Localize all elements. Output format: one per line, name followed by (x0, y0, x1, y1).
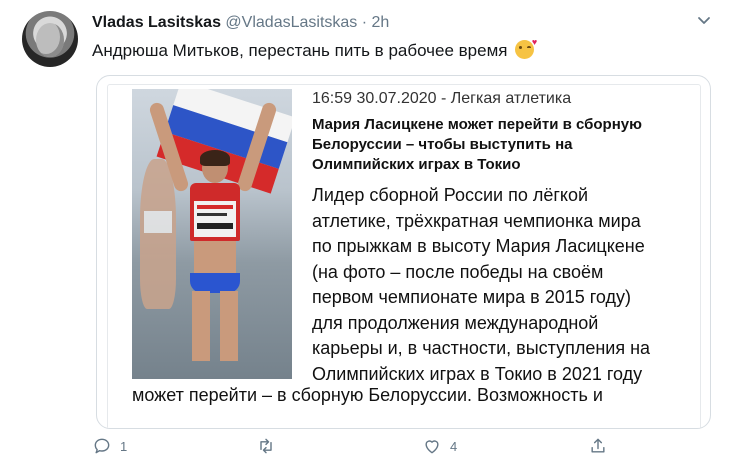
embedded-image-card[interactable]: 16:59 30.07.2020 - Легкая атлетика Мария… (96, 75, 711, 429)
news-clipping: 16:59 30.07.2020 - Легкая атлетика Мария… (107, 84, 701, 428)
headline-line: Белоруссии – чтобы выступить на (312, 136, 573, 153)
lead-line: (на фото – после победы на своём (312, 261, 604, 282)
reply-count: 1 (120, 438, 128, 454)
headline-line: Олимпийских играх в Токио (312, 156, 521, 173)
retweet-icon (260, 438, 272, 454)
lead-line: Лидер сборной России по лёгкой (312, 185, 589, 205)
heart-icon: ♥ (531, 37, 538, 47)
article-text: 16:59 30.07.2020 - Легкая атлетика Мария… (312, 89, 698, 387)
tweet-header: Vladas Lasitskas @VladasLasitskas · 2h (92, 13, 389, 33)
share-icon (591, 438, 605, 453)
tweet-text: Андрюша Митьков, перестань пить в рабоче… (92, 37, 538, 62)
author-name[interactable]: Vladas Lasitskas (92, 14, 221, 31)
separator-dot: · (361, 14, 368, 31)
reply-button[interactable]: 1 (92, 432, 127, 460)
retweet-button[interactable] (256, 432, 284, 460)
lead-line: первом чемпионате мира в 2015 году) (312, 287, 632, 307)
article-continuation: может перейти – в сборную Белоруссии. Во… (132, 385, 603, 405)
athlete-bib (194, 201, 236, 237)
like-button[interactable]: 4 (422, 432, 457, 460)
author-avatar[interactable] (22, 11, 78, 67)
background-athlete-bib (144, 211, 172, 233)
tweet-time[interactable]: 2h (372, 14, 390, 31)
author-handle[interactable]: @VladasLasitskas (225, 14, 357, 31)
headline-line: Мария Ласицкене может перейти в сборную (312, 116, 642, 133)
article-headline: Мария Ласицкене может перейти в сборную … (312, 115, 698, 175)
heart-icon (425, 440, 439, 454)
tweet-text-content: Андрюша Митьков, перестань пить в рабоче… (92, 41, 508, 60)
lead-line: карьеры и, в частности, выступления на (312, 338, 651, 358)
lead-line: для продолжения международной (312, 312, 599, 333)
chevron-down-icon[interactable] (694, 10, 714, 30)
background-athlete (140, 159, 176, 309)
tweet-actions: 1 4 (92, 432, 712, 460)
lead-line: атлетике, трёхкратная чемпионка мира (312, 210, 641, 231)
article-lead: Лидер сборной России по лёгкой атлетике,… (312, 183, 698, 387)
face-blowing-kiss-emoji: ♥ (515, 37, 538, 59)
article-dateline: 16:59 30.07.2020 - Легкая атлетика (312, 90, 572, 107)
news-photo (132, 89, 292, 379)
lead-line: по прыжкам в высоту Мария Ласицкене (312, 236, 645, 256)
like-count: 4 (450, 438, 458, 454)
reply-icon (94, 438, 110, 454)
share-button[interactable] (588, 432, 616, 460)
athlete-figure (148, 101, 278, 361)
